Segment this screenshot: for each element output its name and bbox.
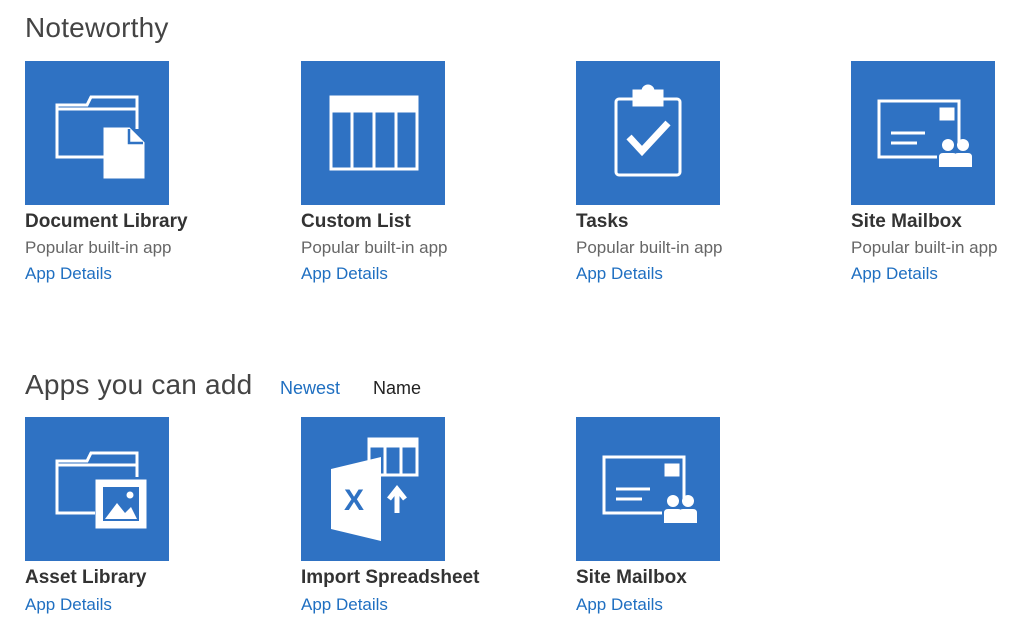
asset-library-icon[interactable]	[25, 417, 169, 561]
tile-title[interactable]: Site Mailbox	[851, 211, 1021, 233]
tile-title[interactable]: Document Library	[25, 211, 255, 233]
document-library-icon[interactable]	[25, 61, 169, 205]
tile-title[interactable]: Site Mailbox	[576, 567, 806, 589]
app-tile-site-mailbox: Site Mailbox App Details	[576, 417, 806, 615]
tile-subtitle: Popular built-in app	[25, 238, 172, 257]
apps-heading: Apps you can add	[25, 369, 253, 400]
app-details-link[interactable]: App Details	[301, 595, 388, 615]
import-spreadsheet-icon[interactable]: X	[301, 417, 445, 561]
app-details-link[interactable]: App Details	[25, 595, 112, 615]
tile-title[interactable]: Tasks	[576, 211, 806, 233]
app-details-link[interactable]: App Details	[301, 264, 388, 284]
tile-subtitle: Popular built-in app	[851, 238, 998, 257]
tasks-icon[interactable]	[576, 61, 720, 205]
tile-title[interactable]: Import Spreadsheet	[301, 567, 531, 589]
app-tile-asset-library: Asset Library App Details	[25, 417, 255, 615]
noteworthy-tile-site-mailbox: Site Mailbox Popular built-in app App De…	[851, 61, 1021, 284]
app-details-link[interactable]: App Details	[851, 264, 938, 284]
app-details-link[interactable]: App Details	[25, 264, 112, 284]
sort-name-link[interactable]: Name	[373, 378, 421, 399]
svg-text:X: X	[344, 484, 364, 517]
tile-subtitle: Popular built-in app	[301, 238, 448, 257]
tile-title[interactable]: Custom List	[301, 211, 531, 233]
app-details-link[interactable]: App Details	[576, 595, 663, 615]
custom-list-icon[interactable]	[301, 61, 445, 205]
noteworthy-tile-tasks: Tasks Popular built-in app App Details	[576, 61, 806, 284]
noteworthy-tile-custom-list: Custom List Popular built-in app App Det…	[301, 61, 531, 284]
app-details-link[interactable]: App Details	[576, 264, 663, 284]
site-mailbox-icon[interactable]	[576, 417, 720, 561]
tile-subtitle: Popular built-in app	[576, 238, 723, 257]
site-mailbox-icon[interactable]	[851, 61, 995, 205]
tile-title[interactable]: Asset Library	[25, 567, 255, 589]
sort-newest-link[interactable]: Newest	[280, 378, 340, 399]
noteworthy-tile-document-library: Document Library Popular built-in app Ap…	[25, 61, 255, 284]
app-tile-import-spreadsheet: X Import Spreadsheet App Details	[301, 417, 531, 615]
noteworthy-heading: Noteworthy	[25, 12, 169, 43]
